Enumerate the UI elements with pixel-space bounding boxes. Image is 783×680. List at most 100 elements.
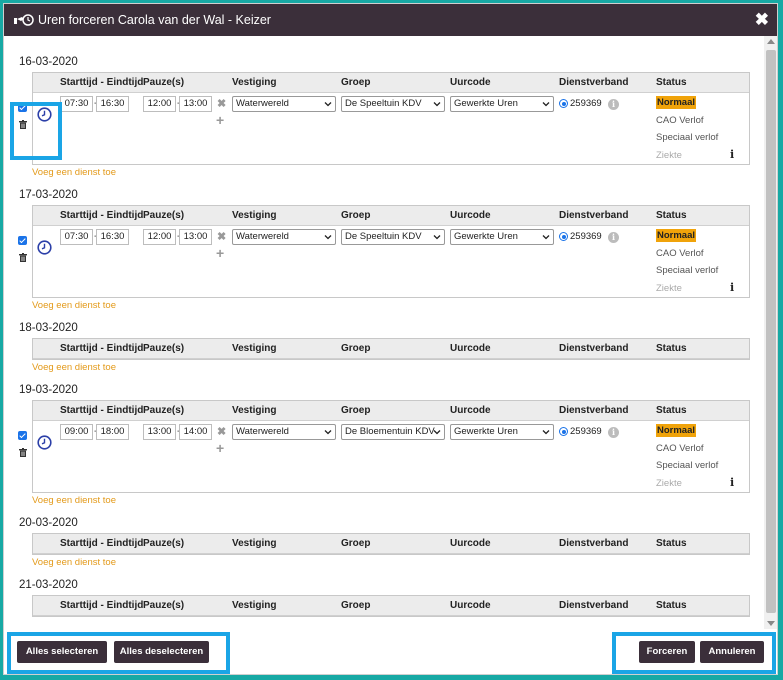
remove-pause-icon[interactable]: ✖ xyxy=(217,230,226,243)
pause-start-input[interactable]: 12:00 xyxy=(143,96,176,112)
add-shift-link[interactable]: Voeg een dienst toe xyxy=(32,557,116,568)
column-header: Status xyxy=(656,210,687,221)
deselect-all-button[interactable]: Alles deselecteren xyxy=(114,641,209,663)
start-time-input[interactable]: 09:00 xyxy=(60,424,93,440)
shift-checkbox[interactable] xyxy=(18,236,27,245)
status-option[interactable]: CAO Verlof xyxy=(656,443,704,454)
column-header: Starttijd - Eindtijd xyxy=(60,77,144,88)
status-option[interactable]: Normaal xyxy=(656,229,697,242)
uurcode-value: Gewerkte Uren xyxy=(454,98,518,109)
clock-icon[interactable] xyxy=(37,240,52,255)
status-option[interactable]: Ziekte xyxy=(656,283,682,294)
end-time-input[interactable]: 16:30 xyxy=(96,96,129,112)
pause-end-input[interactable]: 13:00 xyxy=(179,96,212,112)
info-icon[interactable]: i xyxy=(730,148,734,161)
close-icon[interactable]: ✖ xyxy=(755,10,769,30)
column-header: Starttijd - Eindtijd xyxy=(60,405,144,416)
info-circle-icon[interactable]: i xyxy=(608,99,619,110)
dienstverband-radio[interactable] xyxy=(559,427,568,436)
clock-coin-icon xyxy=(14,14,34,26)
day-date: 18-03-2020 xyxy=(19,322,78,334)
add-shift-link[interactable]: Voeg een dienst toe xyxy=(32,495,116,506)
info-circle-icon[interactable]: i xyxy=(608,232,619,243)
pause-end-input[interactable]: 14:00 xyxy=(179,424,212,440)
status-option[interactable]: Ziekte xyxy=(656,478,682,489)
column-header: Starttijd - Eindtijd xyxy=(60,538,144,549)
column-header: Dienstverband xyxy=(559,600,629,611)
column-header: Pauze(s) xyxy=(143,343,185,354)
pause-start-input[interactable]: 13:00 xyxy=(143,424,176,440)
start-time-input[interactable]: 07:30 xyxy=(60,229,93,245)
uurcode-select[interactable]: Gewerkte Uren xyxy=(450,424,554,440)
scroll-up-icon[interactable] xyxy=(767,39,775,44)
column-header: Dienstverband xyxy=(559,77,629,88)
groep-select[interactable]: De Bloementuin KDV xyxy=(341,424,445,440)
dienstverband-radio[interactable] xyxy=(559,232,568,241)
status-option[interactable]: Speciaal verlof xyxy=(656,132,718,143)
select-all-button[interactable]: Alles selecteren xyxy=(17,641,107,663)
add-shift-link[interactable]: Voeg een dienst toe xyxy=(32,167,116,178)
column-header: Groep xyxy=(341,600,371,611)
add-pause-icon[interactable]: + xyxy=(216,112,224,128)
pause-start-input[interactable]: 12:00 xyxy=(143,229,176,245)
info-circle-icon[interactable]: i xyxy=(608,427,619,438)
column-header: Uurcode xyxy=(450,538,491,549)
vertical-scrollbar[interactable] xyxy=(764,36,777,629)
dialog-footer: Alles selecteren Alles deselecteren Forc… xyxy=(4,629,777,674)
vestiging-select[interactable]: Waterwereld xyxy=(232,424,336,440)
shift-table: Starttijd - Eindtijd Pauze(s) Vestiging Gro… xyxy=(32,533,750,555)
column-header: Starttijd - Eindtijd xyxy=(60,343,144,354)
add-pause-icon[interactable]: + xyxy=(216,245,224,261)
scrollbar-thumb[interactable] xyxy=(766,50,776,613)
day-date: 20-03-2020 xyxy=(19,517,78,529)
add-shift-link[interactable]: Voeg een dienst toe xyxy=(32,362,116,373)
shift-table-header: Starttijd - Eindtijd Pauze(s) Vestiging Gro… xyxy=(33,534,749,554)
remove-pause-icon[interactable]: ✖ xyxy=(217,425,226,438)
end-time-input[interactable]: 16:30 xyxy=(96,229,129,245)
vestiging-select[interactable]: Waterwereld xyxy=(232,229,336,245)
clock-icon[interactable] xyxy=(37,435,52,450)
groep-select[interactable]: De Speeltuin KDV xyxy=(341,96,445,112)
status-option[interactable]: Normaal xyxy=(656,96,697,109)
status-option[interactable]: CAO Verlof xyxy=(656,248,704,259)
status-option[interactable]: Normaal xyxy=(656,424,697,437)
shift-table: Starttijd - Eindtijd Pauze(s) Vestiging Gro… xyxy=(32,595,750,617)
uren-forceren-dialog: Uren forceren Carola van der Wal - Keize… xyxy=(3,3,778,675)
dialog-title: Uren forceren Carola van der Wal - Keize… xyxy=(38,13,271,27)
column-header: Status xyxy=(656,343,687,354)
column-header: Status xyxy=(656,405,687,416)
day-date: 16-03-2020 xyxy=(19,56,78,68)
status-option[interactable]: Speciaal verlof xyxy=(656,265,718,276)
end-time-input[interactable]: 18:00 xyxy=(96,424,129,440)
column-header: Uurcode xyxy=(450,600,491,611)
scroll-down-icon[interactable] xyxy=(767,621,775,626)
remove-pause-icon[interactable]: ✖ xyxy=(217,97,226,110)
vestiging-select[interactable]: Waterwereld xyxy=(232,96,336,112)
add-pause-icon[interactable]: + xyxy=(216,440,224,456)
status-option[interactable]: Ziekte xyxy=(656,150,682,161)
cancel-button[interactable]: Annuleren xyxy=(700,641,764,663)
shift-table: Starttijd - Eindtijd Pauze(s) Vestiging Gro… xyxy=(18,400,750,493)
uurcode-select[interactable]: Gewerkte Uren xyxy=(450,229,554,245)
column-header: Groep xyxy=(341,77,371,88)
column-header: Status xyxy=(656,600,687,611)
dienstverband-radio[interactable] xyxy=(559,99,568,108)
day-date: 17-03-2020 xyxy=(19,189,78,201)
uurcode-select[interactable]: Gewerkte Uren xyxy=(450,96,554,112)
start-time-input[interactable]: 07:30 xyxy=(60,96,93,112)
shift-checkbox[interactable] xyxy=(18,431,27,440)
shift-table: Starttijd - Eindtijd Pauze(s) Vestiging Gro… xyxy=(32,338,750,360)
trash-icon[interactable] xyxy=(19,448,27,457)
groep-select[interactable]: De Speeltuin KDV xyxy=(341,229,445,245)
status-option[interactable]: Speciaal verlof xyxy=(656,460,718,471)
force-button[interactable]: Forceren xyxy=(639,641,695,663)
add-shift-link[interactable]: Voeg een dienst toe xyxy=(32,300,116,311)
day-date: 21-03-2020 xyxy=(19,579,78,591)
info-icon[interactable]: i xyxy=(730,476,734,489)
column-header: Vestiging xyxy=(232,600,277,611)
column-header: Pauze(s) xyxy=(143,210,185,221)
trash-icon[interactable] xyxy=(19,253,27,262)
info-icon[interactable]: i xyxy=(730,281,734,294)
status-option[interactable]: CAO Verlof xyxy=(656,115,704,126)
pause-end-input[interactable]: 13:00 xyxy=(179,229,212,245)
